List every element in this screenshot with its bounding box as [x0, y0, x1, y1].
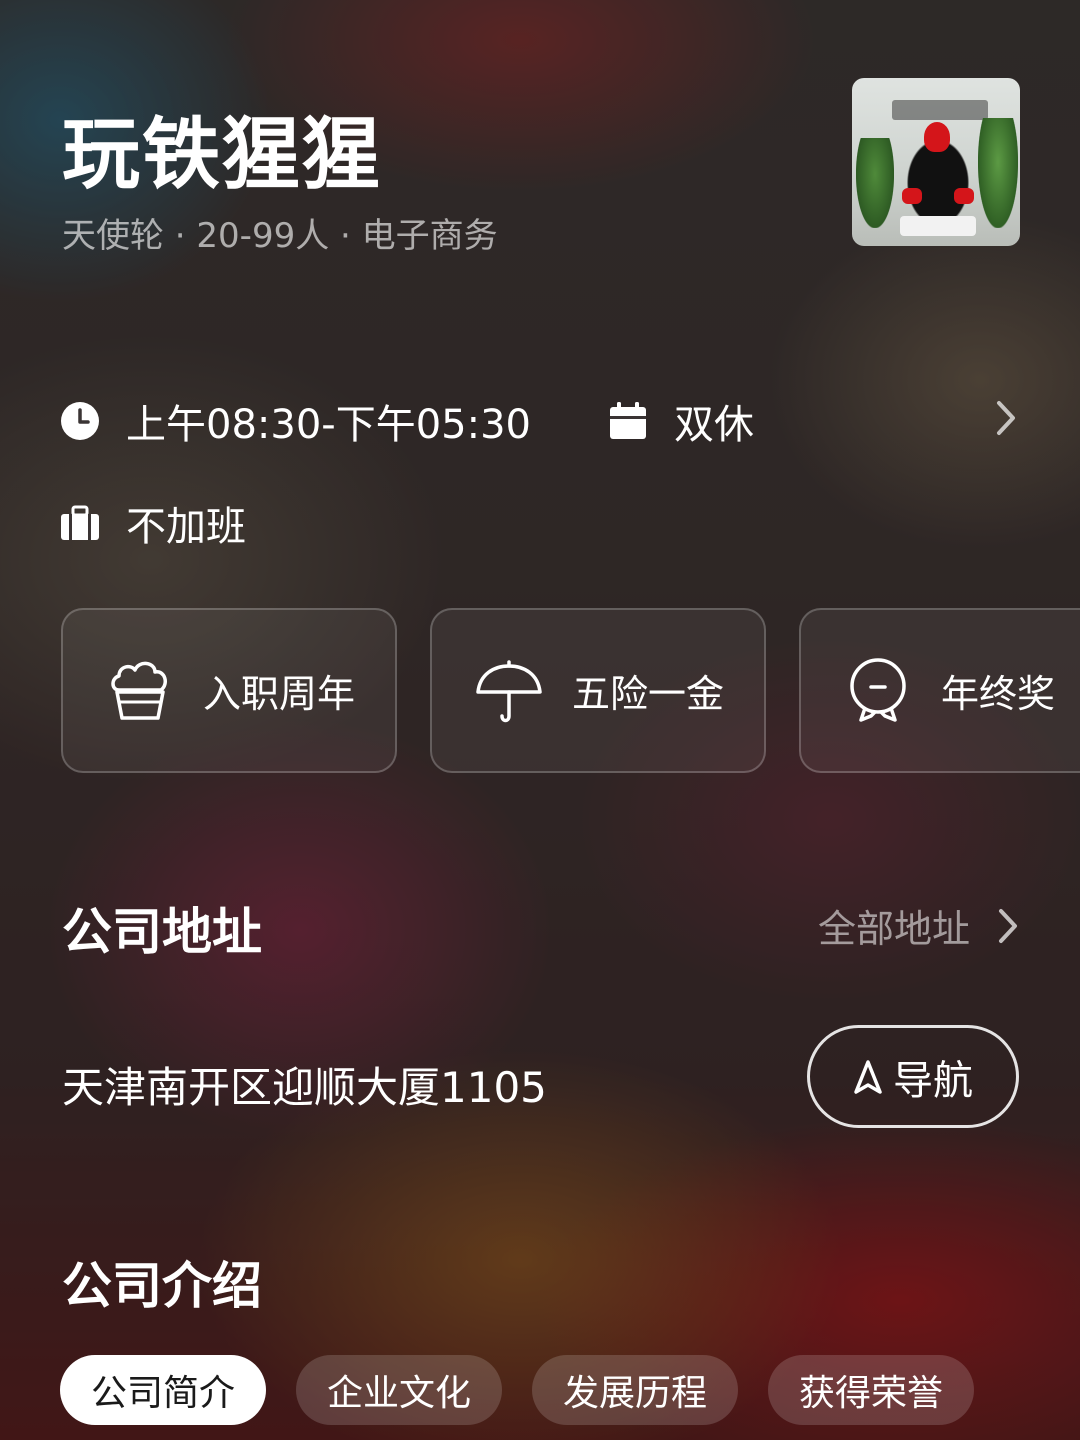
work-hours-row[interactable]: 上午08:30-下午05:30	[60, 392, 531, 450]
navigation-arrow-icon	[853, 1059, 883, 1095]
tab-company-profile[interactable]: 公司简介	[60, 1355, 267, 1425]
umbrella-icon	[474, 656, 544, 726]
logo-pedestal	[900, 216, 976, 236]
benefit-card-anniversary[interactable]: 入职周年	[61, 608, 397, 773]
overtime-text: 不加班	[126, 504, 246, 550]
address-section-title: 公司地址	[62, 903, 262, 961]
calendar-icon	[608, 401, 648, 441]
chevron-right-icon[interactable]	[994, 398, 1018, 438]
benefit-label: 五险一金	[572, 672, 725, 716]
logo-gorilla-face	[924, 122, 950, 152]
medal-icon	[843, 656, 913, 726]
tab-history[interactable]: 发展历程	[532, 1355, 739, 1425]
all-addresses-label: 全部地址	[817, 907, 970, 951]
all-addresses-link[interactable]: 全部地址	[818, 898, 1020, 953]
benefit-card-insurance[interactable]: 五险一金	[430, 608, 766, 773]
company-name: 玩铁猩猩	[62, 110, 383, 200]
company-page: 玩铁猩猩 天使轮 · 20-99人 · 电子商务 上午08:30-下午05:30	[0, 0, 1080, 1440]
tab-honors[interactable]: 获得荣誉	[768, 1355, 975, 1425]
benefit-label: 年终奖	[941, 672, 1056, 716]
benefit-label: 入职周年	[203, 672, 356, 716]
intro-section-title: 公司介绍	[62, 1257, 262, 1315]
chevron-right-icon	[996, 906, 1020, 946]
clock-icon	[60, 401, 100, 441]
intro-tabs: 公司简介 企业文化 发展历程 获得荣誉	[60, 1355, 975, 1425]
logo-wall-sign	[892, 100, 988, 120]
logo-gorilla-glove-right	[954, 188, 974, 204]
cupcake-icon	[105, 656, 175, 726]
overtime-row: 不加班	[60, 494, 246, 552]
navigate-label: 导航	[893, 1057, 973, 1104]
navigate-button[interactable]: 导航	[807, 1025, 1019, 1128]
company-address: 天津南开区迎顺大厦1105	[62, 1063, 547, 1112]
rest-days-row[interactable]: 双休	[608, 392, 754, 450]
benefit-card-bonus[interactable]: 年终奖	[799, 608, 1080, 773]
logo-plant-right	[978, 118, 1018, 228]
logo-plant-left	[856, 138, 894, 228]
tab-company-culture[interactable]: 企业文化	[296, 1355, 503, 1425]
logo-gorilla-glove-left	[902, 188, 922, 204]
briefcase-icon	[60, 505, 100, 541]
rest-days-text: 双休	[674, 402, 754, 448]
company-logo[interactable]	[852, 78, 1020, 246]
company-meta: 天使轮 · 20-99人 · 电子商务	[62, 216, 498, 256]
work-hours-text: 上午08:30-下午05:30	[126, 402, 531, 448]
